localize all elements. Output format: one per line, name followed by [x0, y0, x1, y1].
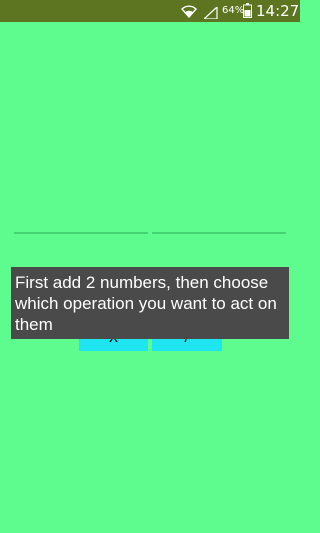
battery-percent: 64%	[222, 5, 245, 16]
first-number-input[interactable]	[14, 232, 148, 234]
second-number-input[interactable]	[152, 232, 286, 234]
clock: 14:27	[256, 2, 300, 20]
battery-icon	[243, 3, 252, 22]
toast-message: First add 2 numbers, then choose which o…	[11, 267, 289, 339]
status-bar: 64% 14:27	[0, 0, 300, 22]
wifi-icon	[181, 3, 197, 22]
signal-icon	[202, 4, 218, 23]
